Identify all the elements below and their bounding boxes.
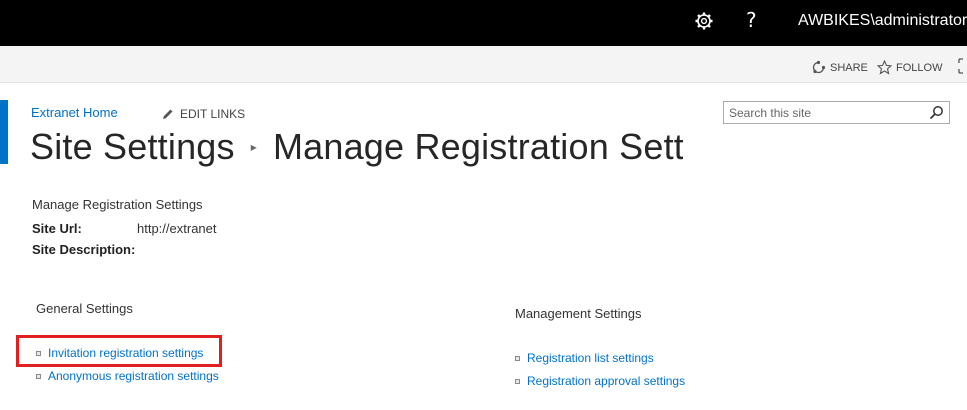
search-input[interactable] bbox=[724, 102, 934, 123]
highlight-box bbox=[16, 335, 222, 367]
bullet-icon bbox=[515, 378, 520, 384]
link-label: Registration approval settings bbox=[527, 374, 686, 388]
share-button[interactable]: SHARE bbox=[811, 60, 868, 75]
user-menu[interactable]: AWBIKES\administrator bbox=[798, 12, 967, 30]
suite-bar: ? AWBIKES\administrator bbox=[0, 0, 967, 46]
share-icon bbox=[812, 60, 826, 74]
breadcrumb-separator-icon: ▸ bbox=[250, 140, 257, 154]
nav-link-extranet-home[interactable]: Extranet Home bbox=[31, 105, 118, 120]
ribbon: SHARE FOLLOW bbox=[0, 46, 967, 83]
breadcrumb-site-settings[interactable]: Site Settings bbox=[30, 126, 235, 168]
focus-on-content-button[interactable] bbox=[958, 58, 967, 74]
follow-button[interactable]: FOLLOW bbox=[877, 60, 942, 75]
search-icon[interactable] bbox=[929, 105, 944, 120]
site-url-value: http://extranet bbox=[137, 221, 217, 236]
anonymous-registration-settings-link[interactable]: Anonymous registration settings bbox=[36, 369, 219, 383]
site-description-label: Site Description: bbox=[32, 242, 136, 257]
search-box bbox=[723, 101, 950, 124]
edit-links-label: EDIT LINKS bbox=[180, 107, 246, 121]
page-title-area: Site Settings ▸ Manage Registration Sett… bbox=[0, 120, 683, 180]
bullet-icon bbox=[515, 355, 520, 361]
focus-icon bbox=[958, 58, 963, 74]
bullet-icon bbox=[36, 373, 41, 379]
page-title: Site Settings ▸ Manage Registration Sett… bbox=[30, 126, 683, 168]
pencil-icon bbox=[163, 109, 173, 119]
share-label: SHARE bbox=[830, 61, 868, 74]
link-label: Registration list settings bbox=[527, 351, 654, 365]
summary-heading: Manage Registration Settings bbox=[32, 197, 203, 212]
help-icon[interactable]: ? bbox=[746, 8, 757, 32]
gear-icon[interactable] bbox=[694, 11, 714, 31]
registration-approval-settings-link[interactable]: Registration approval settings bbox=[515, 374, 685, 388]
star-icon bbox=[877, 60, 892, 75]
edit-links-button[interactable]: EDIT LINKS bbox=[162, 107, 245, 121]
registration-list-settings-link[interactable]: Registration list settings bbox=[515, 351, 654, 365]
general-settings-heading: General Settings bbox=[36, 301, 133, 316]
page-title-text: Manage Registration Settings bbox=[272, 126, 683, 167]
follow-label: FOLLOW bbox=[896, 61, 943, 74]
site-url-label: Site Url: bbox=[32, 221, 82, 236]
management-settings-heading: Management Settings bbox=[515, 306, 642, 321]
link-label: Anonymous registration settings bbox=[48, 369, 219, 383]
